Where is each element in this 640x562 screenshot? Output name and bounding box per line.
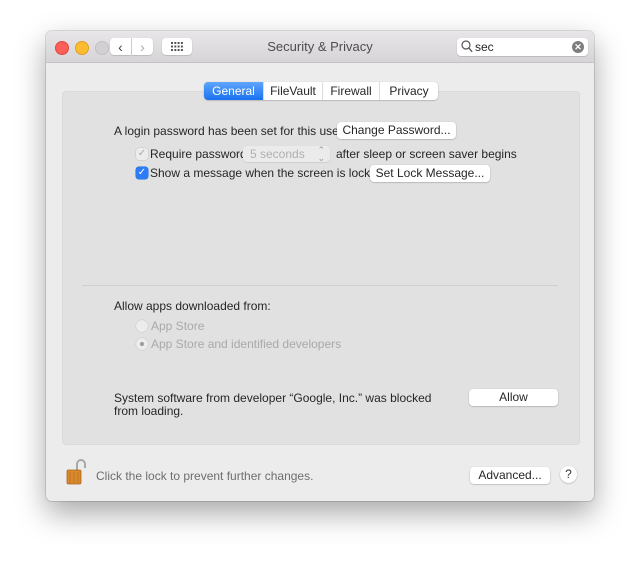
help-button[interactable]: ? (560, 466, 577, 483)
section-divider (82, 285, 558, 286)
updown-chevron-icon: ⌃ ⌄ (317, 145, 325, 163)
search-field[interactable]: sec ✕ (457, 38, 588, 56)
set-lock-message-button[interactable]: Set Lock Message... (370, 165, 490, 182)
search-input[interactable]: sec (475, 40, 494, 54)
checkmark-icon: ✓ (137, 148, 147, 159)
radio-app-store[interactable] (136, 320, 148, 332)
lock-button[interactable] (66, 459, 88, 488)
change-password-button[interactable]: Change Password... (337, 122, 456, 139)
show-message-label: Show a message when the screen is locked (150, 166, 384, 180)
require-password-suffix: after sleep or screen saver begins (336, 147, 517, 161)
require-password-label: Require password (150, 147, 247, 161)
tab-bar: General FileVault Firewall Privacy (204, 82, 438, 100)
security-privacy-window: ‹ › Security & Privacy sec ✕ General Fil… (46, 31, 594, 501)
radio-app-store-label: App Store (151, 319, 205, 333)
advanced-button[interactable]: Advanced... (470, 467, 550, 484)
allow-button[interactable]: Allow (469, 389, 558, 406)
search-icon (461, 40, 473, 53)
checkmark-icon: ✓ (137, 167, 147, 178)
blocked-software-text-line1: System software from developer “Google, … (114, 391, 432, 405)
allow-apps-heading: Allow apps downloaded from: (114, 299, 271, 313)
require-password-checkbox[interactable]: ✓ (136, 148, 148, 160)
radio-app-store-identified-label: App Store and identified developers (151, 337, 342, 351)
login-password-label: A login password has been set for this u… (114, 124, 343, 138)
lock-status-text: Click the lock to prevent further change… (96, 469, 314, 483)
tab-general[interactable]: General (204, 82, 263, 100)
radio-app-store-identified[interactable] (136, 338, 148, 350)
general-panel: A login password has been set for this u… (62, 91, 580, 445)
clear-search-icon[interactable]: ✕ (572, 41, 584, 53)
title-bar: ‹ › Security & Privacy sec ✕ (46, 31, 594, 63)
show-message-checkbox[interactable]: ✓ (136, 167, 148, 179)
tab-privacy[interactable]: Privacy (379, 82, 438, 100)
unlocked-padlock-icon (66, 459, 86, 485)
password-delay-value: 5 seconds (250, 147, 305, 161)
blocked-software-text-line2: from loading. (114, 404, 184, 418)
tab-filevault[interactable]: FileVault (263, 82, 322, 100)
password-delay-select[interactable]: 5 seconds ⌃ ⌄ (243, 145, 330, 163)
tab-firewall[interactable]: Firewall (322, 82, 379, 100)
